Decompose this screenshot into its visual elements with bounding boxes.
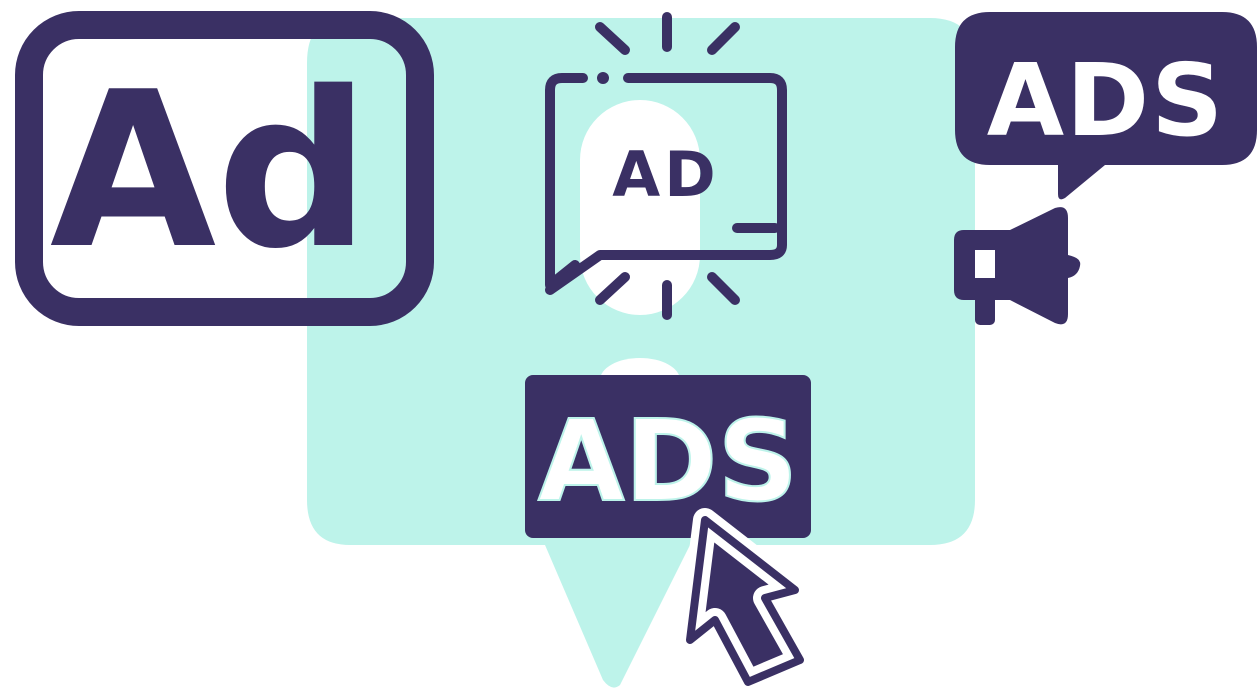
ad-box-label: Ad: [50, 45, 370, 296]
ads-speech-bubble-megaphone-icon: ADS: [954, 12, 1257, 325]
ad-box-icon: Ad: [15, 11, 434, 326]
ad-monitor-label: AD: [612, 138, 719, 211]
ad-icons-illustration: Ad AD ADS ADS: [0, 0, 1257, 693]
ads-bubble-label: ADS: [987, 42, 1225, 159]
ads-click-cursor-icon: ADS: [525, 375, 812, 693]
ads-click-label: ADS: [538, 397, 798, 527]
